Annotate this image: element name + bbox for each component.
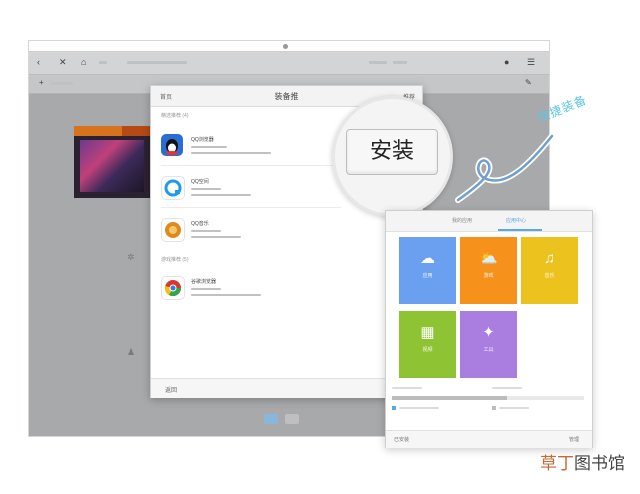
app-description	[191, 152, 271, 154]
tile-label: 工具	[483, 347, 494, 353]
app-meta	[191, 146, 227, 148]
toolbar-item[interactable]	[393, 61, 407, 64]
menu-icon[interactable]: ☰	[527, 58, 535, 67]
app-meta	[191, 188, 221, 190]
legend-swatch	[392, 406, 396, 410]
tile-label: 视频	[422, 347, 433, 353]
tile-label: 音乐	[544, 273, 555, 279]
toolbar-item[interactable]	[369, 61, 387, 64]
app-name: QQ浏览器	[191, 137, 214, 143]
card-footer: 已安装 管理	[386, 430, 592, 448]
tile-label: 游戏	[483, 273, 494, 279]
magnifier-callout: 安装	[332, 96, 453, 217]
qzone-icon	[161, 176, 185, 200]
tile-tools[interactable]: ✦ 工具	[460, 311, 517, 378]
music-icon	[161, 218, 185, 242]
row-divider	[161, 207, 341, 208]
tile-video[interactable]: ▦ 视频	[399, 311, 456, 378]
chrome-icon	[161, 276, 185, 300]
legend-text	[499, 407, 529, 409]
tile-games[interactable]: ⛅ 游戏	[460, 237, 517, 304]
tile-apps[interactable]: ☁ 应用	[399, 237, 456, 304]
storage-progress-fill	[392, 396, 508, 400]
video-scene-image	[80, 140, 144, 192]
app-description	[191, 236, 241, 238]
tile-label: 应用	[422, 273, 433, 279]
storage-label	[492, 387, 522, 389]
tablet-bezel-top	[29, 41, 549, 52]
app-row[interactable]: 谷歌浏览器	[151, 268, 422, 308]
installed-link[interactable]: 已安装	[394, 436, 409, 443]
legend-text	[399, 407, 439, 409]
back-arrow-icon[interactable]: ‹	[37, 58, 40, 67]
weather-icon: ⛅	[479, 250, 498, 267]
connector-curl	[455, 133, 555, 203]
user-icon[interactable]: ●	[504, 58, 509, 67]
video-header-accent	[122, 126, 150, 136]
browser-toolbar: ‹ ✕ ⌂ ● ☰	[29, 52, 549, 75]
dialog-footer: 返回	[151, 378, 422, 398]
penguin-icon	[161, 134, 183, 156]
page-indicator[interactable]	[285, 414, 299, 424]
app-name: QQ空间	[191, 179, 209, 185]
active-tab-underline	[498, 229, 542, 231]
legend-swatch	[492, 406, 496, 410]
app-description	[191, 294, 261, 296]
tab-app-center[interactable]: 应用中心	[506, 217, 526, 224]
pin-icon: ✦	[482, 324, 495, 341]
home-icon[interactable]: ⌂	[81, 58, 86, 67]
address-bar[interactable]	[127, 61, 187, 64]
install-button[interactable]: 安装	[346, 129, 438, 175]
plus-icon[interactable]: +	[39, 79, 44, 87]
cloud-icon: ☁	[420, 250, 435, 267]
film-icon: ▦	[420, 324, 435, 341]
app-description	[191, 194, 251, 196]
settings-icon[interactable]: ✎	[525, 79, 532, 87]
watermark: 草丁图书馆	[540, 449, 625, 474]
tile-music[interactable]: ♫ 音乐	[521, 237, 578, 304]
manage-link[interactable]: 管理	[569, 436, 579, 443]
app-meta	[191, 288, 221, 290]
card-tabs: 我的应用 应用中心	[386, 211, 592, 232]
watermark-part2: 图书馆	[574, 454, 625, 474]
section-label-games: 游戏推荐 (5)	[161, 257, 189, 263]
section-label-featured: 精选推荐 (4)	[161, 113, 189, 119]
close-icon[interactable]: ✕	[59, 58, 67, 67]
toolbar-separator	[99, 61, 107, 64]
row-divider	[161, 165, 341, 166]
watermark-part1: 草丁	[540, 454, 574, 474]
page-indicator-active[interactable]	[264, 414, 278, 424]
app-name: 谷歌浏览器	[191, 279, 217, 285]
camera-dot	[283, 44, 288, 49]
tab-my-apps[interactable]: 我的应用	[452, 217, 472, 224]
tab-label[interactable]	[51, 82, 73, 85]
storage-label	[392, 387, 422, 389]
dialog-footer-button[interactable]: 返回	[165, 385, 177, 394]
storage-progress	[392, 396, 584, 400]
app-center-card: 我的应用 应用中心 ☁ 应用 ⛅ 游戏 ♫ 音乐 ▦ 视频 ✦ 工具 已安装 管…	[385, 210, 593, 448]
music-note-icon: ♫	[543, 250, 556, 267]
app-meta	[191, 230, 221, 232]
side-gear-icon[interactable]: ✲	[127, 253, 135, 262]
app-name: QQ音乐	[191, 221, 209, 227]
side-person-icon[interactable]: ♟	[127, 348, 135, 357]
video-thumbnail[interactable]	[74, 126, 150, 198]
